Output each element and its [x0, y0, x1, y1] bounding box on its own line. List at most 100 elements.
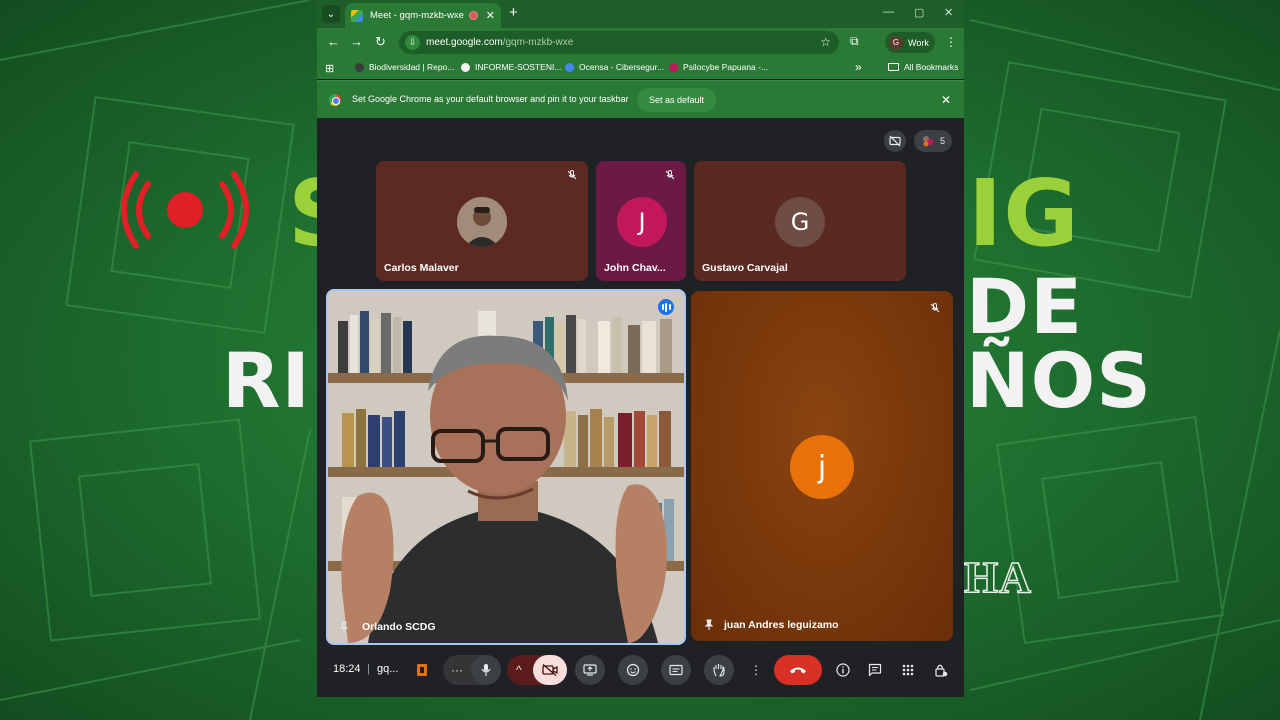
bookmark-item[interactable]: Ocensa - Cibersegur...: [565, 62, 664, 72]
emoji-icon: [626, 663, 640, 677]
url-host: meet.google.com: [426, 37, 503, 48]
browser-toolbar: ← → ↻ ⇩ meet.google.com/gqm-mzkb-wxe ☆ ⧉…: [317, 28, 964, 57]
tab-bar: ⌄ Meet - gqm-mzkb-wxe ✕ + — ▢ ✕: [317, 0, 964, 28]
meet-controls-bar: 18:24 | gq... ··· ^ ⋮: [317, 648, 964, 697]
infobar-close-icon[interactable]: ✕: [941, 93, 951, 107]
browser-menu-icon[interactable]: ⋮: [945, 35, 957, 49]
bookmarks-bar: ⊞ Biodiversidad | Repo... INFORME-SOSTEN…: [317, 57, 964, 79]
hang-up-icon: [790, 667, 806, 674]
mic-off-icon: [930, 303, 940, 313]
background-signature-fragment: HA: [963, 552, 1032, 603]
captions-off-icon[interactable]: [884, 130, 906, 152]
participant-tile[interactable]: Carlos Malaver: [376, 161, 588, 281]
camera-off-button[interactable]: [533, 655, 567, 685]
bookmark-favicon-icon: [461, 62, 470, 72]
speaking-indicator-icon: [658, 299, 674, 315]
profile-avatar: G: [889, 35, 903, 50]
companion-mode-icon[interactable]: [411, 655, 433, 685]
captions-button[interactable]: [661, 655, 691, 685]
mic-off-icon: [567, 170, 577, 180]
participant-avatars-icon: [922, 136, 933, 147]
meet-favicon-icon: [351, 9, 363, 22]
participants-indicator[interactable]: 5: [914, 130, 952, 152]
bookmark-favicon-icon: [565, 62, 574, 72]
address-bar[interactable]: ⇩ meet.google.com/gqm-mzkb-wxe ☆: [399, 31, 839, 54]
bookmarks-overflow-icon[interactable]: »: [855, 60, 862, 74]
participant-initial-avatar: G: [775, 197, 825, 247]
close-window-button[interactable]: ✕: [944, 6, 953, 19]
chat-button[interactable]: [864, 655, 886, 685]
bookmark-label: Psilocybe Papuana -...: [683, 62, 769, 72]
leave-call-button[interactable]: [774, 655, 822, 685]
participant-initial-avatar: J: [617, 197, 667, 247]
forward-arrow-icon[interactable]: →: [350, 35, 363, 49]
back-arrow-icon[interactable]: ←: [327, 35, 340, 49]
extensions-puzzle-icon[interactable]: ⧉: [850, 34, 859, 49]
profile-button[interactable]: G Work: [885, 32, 935, 53]
all-bookmarks-button[interactable]: All Bookmarks: [888, 62, 958, 72]
participant-photo-avatar: [457, 197, 507, 247]
mic-off-icon: [665, 170, 675, 180]
minimize-button[interactable]: —: [883, 6, 894, 18]
tab-close-icon[interactable]: ✕: [486, 9, 495, 22]
live-broadcast-icon: [121, 171, 249, 249]
microphone-button[interactable]: [471, 655, 501, 685]
background-title-fragment: ÑOS: [966, 336, 1152, 425]
participant-tile[interactable]: G Gustavo Carvajal: [694, 161, 906, 281]
maximize-button[interactable]: ▢: [914, 6, 924, 19]
background-title-fragment: RI: [222, 336, 311, 425]
participant-video-feed: [328, 291, 684, 643]
participant-tile[interactable]: J John Chav...: [596, 161, 686, 281]
participant-name: Carlos Malaver: [384, 262, 459, 274]
tab-meet[interactable]: Meet - gqm-mzkb-wxe ✕: [345, 3, 501, 28]
apps-grid-icon[interactable]: ⊞: [325, 62, 334, 75]
bookmark-star-icon[interactable]: ☆: [820, 35, 831, 49]
recording-indicator-icon: [468, 11, 478, 20]
more-options-button[interactable]: ⋮: [745, 655, 767, 685]
chrome-logo-icon: [329, 94, 341, 106]
new-tab-button[interactable]: +: [509, 4, 518, 21]
meeting-clock: 18:24: [333, 663, 361, 675]
bookmark-item[interactable]: Psilocybe Papuana -...: [669, 62, 768, 72]
pinned-icon[interactable]: [703, 619, 715, 631]
participant-count: 5: [939, 136, 945, 146]
raise-hand-button[interactable]: [704, 655, 734, 685]
meeting-info-button[interactable]: [832, 655, 854, 685]
reactions-button[interactable]: [618, 655, 648, 685]
chevron-up-icon[interactable]: ^: [516, 663, 522, 677]
pin-icon[interactable]: [338, 621, 350, 633]
participant-name: John Chav...: [604, 262, 666, 274]
participant-name: Gustavo Carvajal: [702, 262, 788, 274]
set-as-default-button[interactable]: Set as default: [637, 88, 717, 112]
info-icon: [836, 663, 850, 677]
bookmark-item[interactable]: INFORME-SOSTENI...: [461, 62, 561, 72]
bookmark-favicon-icon: [669, 62, 678, 72]
chat-icon: [868, 663, 882, 677]
tab-search-button[interactable]: ⌄: [322, 5, 340, 23]
default-browser-infobar: Set Google Chrome as your default browse…: [317, 80, 964, 118]
bookmark-item[interactable]: Biodiversidad | Repo...: [355, 62, 454, 72]
tab-title: Meet - gqm-mzkb-wxe: [370, 10, 464, 21]
host-controls-button[interactable]: [930, 655, 952, 685]
background-title-fragment: IG: [968, 160, 1080, 267]
apps-grid-icon: [902, 664, 914, 676]
lock-person-icon: [935, 664, 948, 677]
bookmark-favicon-icon: [355, 62, 364, 72]
more-vert-icon: ⋮: [750, 663, 762, 677]
activities-button[interactable]: [897, 655, 919, 685]
reload-icon[interactable]: ↻: [375, 35, 386, 49]
meeting-code: gq...: [377, 663, 399, 675]
infobar-message: Set Google Chrome as your default browse…: [352, 94, 629, 104]
participant-name: Orlando SCDG: [362, 621, 436, 633]
participant-tile[interactable]: j juan Andres leguizamo: [691, 291, 953, 641]
camera-off-icon: [542, 664, 558, 676]
folder-icon: [888, 63, 899, 71]
captions-icon: [669, 664, 683, 676]
present-screen-button[interactable]: [575, 655, 605, 685]
participant-name: juan Andres leguizamo: [724, 619, 839, 631]
more-audio-options[interactable]: ···: [451, 663, 463, 677]
meet-call-area: 5 Carlos Malaver J John Chav... G Gustav…: [317, 118, 964, 697]
site-info-icon[interactable]: ⇩: [405, 35, 420, 50]
participant-video-tile[interactable]: Orlando SCDG: [326, 289, 686, 645]
bookmark-label: Ocensa - Cibersegur...: [579, 62, 665, 72]
